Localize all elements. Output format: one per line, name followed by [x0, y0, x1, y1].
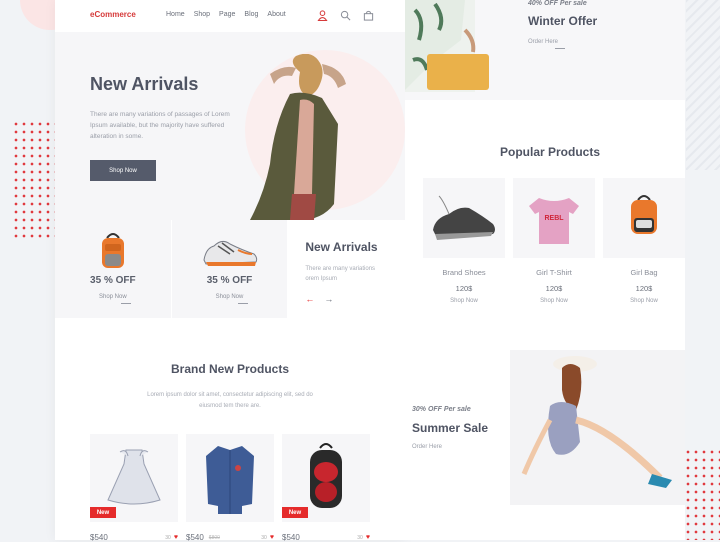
orange-backpack-image	[101, 233, 124, 268]
offer-strip: 35 % OFF Shop Now 35 % OFF Shop Now New …	[55, 220, 406, 318]
hero-title: New Arrivals	[90, 74, 199, 94]
offer-card[interactable]: 35 % OFF Shop Now	[171, 220, 289, 318]
nav-link-shop[interactable]: Shop	[194, 11, 210, 18]
winter-order-link[interactable]: Order Here	[528, 39, 558, 45]
hero-description: There are many variations of passages of…	[90, 111, 230, 140]
winter-discount: 40% OFF Per sale	[528, 0, 587, 7]
offer-card[interactable]: 35 % OFF Shop Now	[55, 220, 172, 318]
section-title: Brand New Products	[170, 362, 290, 376]
nav-icons	[317, 8, 374, 22]
pink-tshirt-image: REBL	[529, 198, 579, 244]
offer-discount: 35 % OFF	[90, 275, 136, 286]
product-card[interactable]	[186, 434, 274, 522]
logo[interactable]: eCommerce	[90, 10, 136, 19]
new-badge: New	[90, 507, 116, 518]
nav-link-page[interactable]: Page	[219, 11, 235, 18]
nav-link-about[interactable]: About	[267, 11, 285, 18]
svg-text:REBL: REBL	[544, 215, 564, 222]
product-price: $540	[282, 533, 300, 542]
arrow-left-icon[interactable]: ←	[305, 294, 314, 304]
homepage-mockup: eCommerce Home Shop Page Blog About New …	[55, 0, 406, 542]
product-card[interactable]: New	[90, 434, 178, 522]
summer-discount: 30% OFF Per sale	[412, 406, 471, 413]
hero-model-image	[250, 54, 346, 220]
decor-dots-left	[12, 120, 56, 240]
popular-shop-link[interactable]: Shop Now	[603, 298, 685, 304]
offer-shop-link[interactable]: Shop Now	[55, 294, 171, 300]
product-price-row: $540 $800 30 ♥	[186, 533, 274, 542]
hero-banner: New Arrivals There are many variations o…	[55, 32, 405, 220]
shop-page-mockup: 40% OFF Per sale Winter Offer Order Here…	[405, 0, 685, 540]
panel-description: There are many variations orem Ipsum	[305, 266, 376, 282]
popular-product-name: Girl T-Shirt	[536, 268, 572, 277]
black-sneaker-image	[433, 195, 495, 240]
popular-title: Popular Products	[499, 145, 600, 159]
product-price: $540	[90, 533, 108, 542]
shop-now-button[interactable]: Shop Now	[90, 160, 156, 181]
nav-links: Home Shop Page Blog About	[166, 11, 286, 18]
popular-product-card[interactable]	[423, 178, 505, 258]
new-arrivals-panel: New Arrivals There are many variations o…	[288, 220, 406, 318]
nav-link-home[interactable]: Home	[166, 11, 185, 18]
link-underline	[555, 48, 565, 49]
cart-icon[interactable]	[363, 8, 374, 21]
product-price-row: $540 30 ♥	[90, 533, 178, 542]
summer-title: Summer Sale	[412, 421, 489, 435]
section-subtitle: Lorem ipsum dolor sit amet, consectetur …	[147, 392, 313, 409]
popular-product-card[interactable]: REBL	[513, 178, 595, 258]
decor-dots-right	[684, 448, 720, 540]
summer-model-image	[510, 350, 685, 505]
product-card[interactable]: New	[282, 434, 370, 522]
carousel-arrows: ← →	[305, 294, 333, 304]
popular-shop-link[interactable]: Shop Now	[513, 298, 595, 304]
search-icon[interactable]	[340, 8, 351, 21]
user-icon[interactable]	[317, 8, 328, 22]
popular-product-card[interactable]	[603, 178, 685, 258]
decor-stripes	[686, 0, 720, 170]
popular-product-name: Brand Shoes	[442, 268, 486, 277]
winter-title: Winter Offer	[528, 14, 598, 28]
offer-shop-link[interactable]: Shop Now	[172, 294, 288, 300]
winter-offer-banner: 40% OFF Per sale Winter Offer Order Here	[405, 0, 685, 100]
popular-product-price: 120$	[635, 284, 653, 293]
product-price-row: $540 30 ♥	[282, 533, 370, 542]
link-underline	[237, 303, 248, 304]
winter-model-image	[405, 0, 489, 92]
link-underline	[121, 303, 131, 304]
top-nav: eCommerce Home Shop Page Blog About	[55, 0, 405, 32]
nav-link-blog[interactable]: Blog	[244, 11, 258, 18]
new-badge: New	[282, 507, 308, 518]
popular-shop-link[interactable]: Shop Now	[423, 298, 505, 304]
arrow-right-icon[interactable]: →	[324, 294, 333, 304]
popular-product-name: Girl Bag	[630, 268, 658, 277]
summer-order-link[interactable]: Order Here	[412, 444, 442, 450]
popular-product-price: 120$	[545, 284, 563, 293]
orange-backpack-image	[631, 195, 657, 234]
blue-shirt-image	[206, 446, 254, 514]
offer-discount: 35 % OFF	[206, 275, 253, 286]
product-price: $540	[186, 533, 204, 542]
running-shoe-image	[202, 240, 257, 266]
panel-title: New Arrivals	[305, 240, 378, 254]
popular-product-price: 120$	[455, 284, 473, 293]
